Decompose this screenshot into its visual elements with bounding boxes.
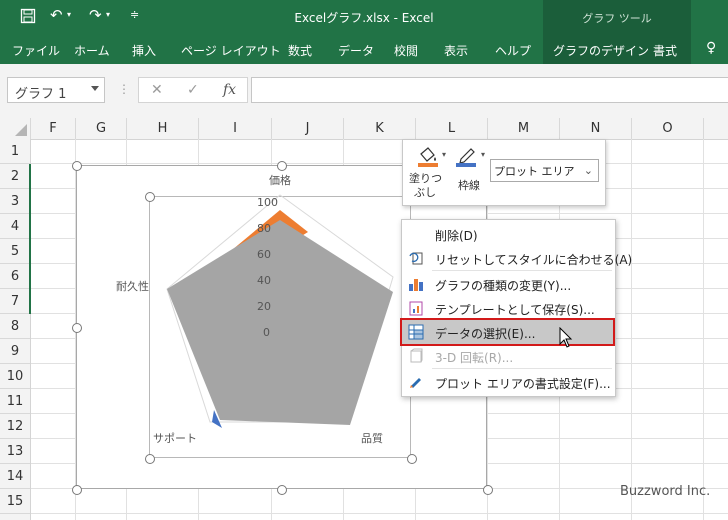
- menu-item-label: リセットしてスタイルに合わせる(A): [435, 253, 633, 267]
- menu-item-label: 3-D 回転(R)...: [435, 351, 514, 365]
- menu-item-label: データの選択(E)...: [435, 327, 536, 341]
- axis-tick-label: 100: [257, 196, 278, 209]
- save-template-icon: [408, 300, 424, 316]
- category-label-durability: 耐久性: [116, 280, 149, 293]
- menu-item-label: プロット エリアの書式設定(F)...: [435, 377, 611, 391]
- menu-separator: [432, 270, 612, 271]
- outline-dropdown-icon[interactable]: ▾: [481, 150, 485, 159]
- context-menu: 削除(D) リセットしてスタイルに合わせる(A) グラフの種類の変更(Y)...…: [400, 219, 632, 397]
- menu-item-change-chart-type[interactable]: グラフの種類の変更(Y)...: [402, 272, 613, 296]
- menu-item-label: 削除(D): [435, 229, 478, 243]
- format-brush-icon: [408, 374, 424, 390]
- outline-label[interactable]: 枠線: [453, 177, 485, 193]
- fill-dropdown-icon[interactable]: ▾: [442, 150, 446, 159]
- mini-toolbar: ▾ 塗りつ ぶし ▾ 枠線 プロット エリア ⌄: [402, 139, 606, 206]
- chevron-down-icon[interactable]: ⌄: [584, 164, 593, 177]
- menu-item-delete[interactable]: 削除(D): [402, 222, 613, 246]
- fill-label-2[interactable]: ぶし: [409, 184, 441, 200]
- menu-item-save-template[interactable]: テンプレートとして保存(S)...: [402, 296, 613, 320]
- select-data-icon: [408, 324, 424, 340]
- chart-element-select-value: プロット エリア: [494, 165, 575, 178]
- fill-bucket-icon[interactable]: [417, 146, 441, 171]
- category-label-price: 価格: [269, 174, 291, 187]
- menu-item-3d-rotation: 3-D 回転(R)...: [402, 344, 613, 368]
- menu-item-reset-style[interactable]: リセットしてスタイルに合わせる(A): [402, 246, 632, 270]
- category-label-support: サポート: [153, 432, 197, 445]
- axis-tick-label: 20: [257, 300, 271, 313]
- menu-item-label: テンプレートとして保存(S)...: [435, 303, 595, 317]
- watermark: Buzzword Inc.: [620, 484, 711, 499]
- outline-pen-icon[interactable]: [455, 146, 479, 171]
- reset-style-icon: [408, 250, 424, 266]
- chart-type-icon: [408, 276, 424, 292]
- rotation-3d-icon: [408, 348, 424, 364]
- chart-element-select[interactable]: プロット エリア ⌄: [490, 159, 599, 182]
- menu-separator: [432, 368, 612, 369]
- menu-item-label: グラフの種類の変更(Y)...: [435, 279, 572, 293]
- axis-tick-label: 80: [257, 222, 271, 235]
- menu-item-select-data[interactable]: データの選択(E)...: [400, 318, 615, 346]
- menu-item-format-plot-area[interactable]: プロット エリアの書式設定(F)...: [402, 370, 613, 394]
- axis-tick-label: 40: [257, 274, 271, 287]
- category-label-quality: 品質: [361, 432, 383, 445]
- axis-tick-label: 0: [263, 326, 270, 339]
- mouse-cursor-icon: [559, 327, 573, 348]
- axis-tick-label: 60: [257, 248, 271, 261]
